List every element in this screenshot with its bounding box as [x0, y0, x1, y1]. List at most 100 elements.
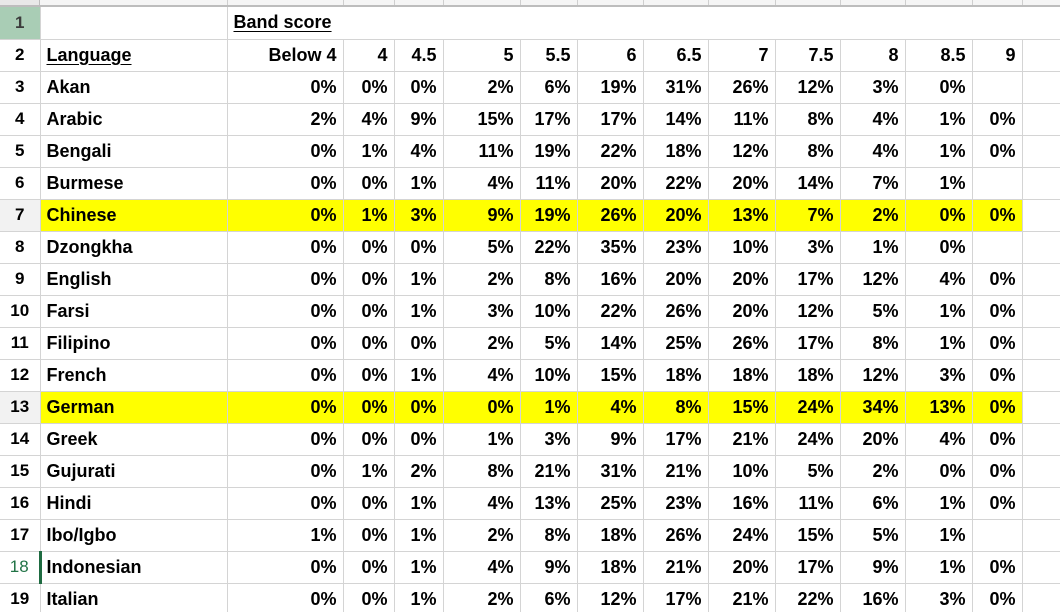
row-header-9[interactable]: 9 — [0, 263, 41, 296]
cell-r1-language[interactable] — [40, 7, 228, 40]
cell-band-value[interactable]: 17% — [520, 103, 578, 136]
cell-band-value[interactable]: 0% — [227, 455, 344, 488]
table-row-band-score-banner[interactable]: 1 Band score — [0, 7, 1060, 40]
cell-band-value[interactable]: 4% — [443, 359, 521, 392]
cell-band-value[interactable]: 0% — [227, 327, 344, 360]
cell-band-value[interactable]: 9% — [840, 551, 906, 584]
cell-band-value[interactable]: 20% — [840, 423, 906, 456]
cell-trailing[interactable] — [1022, 103, 1060, 136]
header-cell-trailing[interactable] — [1022, 39, 1060, 72]
cell-band-value[interactable]: 13% — [905, 391, 973, 424]
table-row[interactable]: 12 French 0% 0% 1% 4% 10% 15% 18% 18% 18% 12% 3% 0% — [0, 359, 1060, 392]
cell-band-value[interactable]: 0% — [972, 199, 1023, 232]
row-header-1[interactable]: 1 — [0, 7, 41, 40]
cell-band-value[interactable]: 0% — [227, 551, 344, 584]
cell-band-value[interactable]: 0% — [227, 199, 344, 232]
cell-band-value[interactable]: 0% — [972, 135, 1023, 168]
cell-band-value[interactable]: 4% — [343, 103, 395, 136]
cell-band-value[interactable]: 5% — [443, 231, 521, 264]
cell-band-value[interactable]: 9% — [577, 423, 644, 456]
cell-band-value[interactable]: 0% — [394, 423, 444, 456]
cell-band-value[interactable]: 23% — [643, 487, 709, 520]
cell-band-value[interactable]: 8% — [775, 135, 841, 168]
cell-band-value[interactable]: 18% — [643, 359, 709, 392]
row-header-5[interactable]: 5 — [0, 135, 41, 168]
cell-band-value[interactable]: 4% — [905, 263, 973, 296]
cell-band-value[interactable]: 26% — [643, 295, 709, 328]
cell-band-value[interactable]: 1% — [343, 199, 395, 232]
header-cell-band-8[interactable]: 8 — [840, 39, 906, 72]
cell-band-value[interactable]: 5% — [520, 327, 578, 360]
cell-band-value[interactable]: 0% — [343, 327, 395, 360]
cell-trailing[interactable] — [1022, 487, 1060, 520]
cell-band-value[interactable]: 0% — [343, 231, 395, 264]
cell-band-value[interactable]: 1% — [394, 295, 444, 328]
cell-band-value[interactable]: 1% — [394, 551, 444, 584]
cell-language[interactable]: English — [40, 263, 228, 296]
cell-band-value[interactable]: 0% — [227, 391, 344, 424]
cell-band-value[interactable]: 0% — [972, 487, 1023, 520]
cell-band-value[interactable]: 3% — [520, 423, 578, 456]
cell-band-value[interactable]: 4% — [840, 135, 906, 168]
cell-band-value[interactable]: 19% — [577, 71, 644, 104]
cell-band-value[interactable]: 25% — [643, 327, 709, 360]
cell-band-value[interactable]: 1% — [394, 359, 444, 392]
table-row[interactable]: 9 English 0% 0% 1% 2% 8% 16% 20% 20% 17% 12% 4% 0% — [0, 263, 1060, 296]
cell-band-value[interactable]: 0% — [972, 103, 1023, 136]
cell-band-value[interactable]: 1% — [905, 551, 973, 584]
cell-band-value[interactable]: 17% — [643, 423, 709, 456]
cell-band-value[interactable]: 1% — [905, 487, 973, 520]
cell-band-value[interactable]: 16% — [577, 263, 644, 296]
row-header-17[interactable]: 17 — [0, 519, 41, 552]
cell-band-value[interactable]: 26% — [708, 71, 776, 104]
cell-band-value[interactable]: 20% — [708, 167, 776, 200]
cell-band-value[interactable]: 10% — [520, 359, 578, 392]
row-header-11[interactable]: 11 — [0, 327, 41, 360]
cell-band-value[interactable]: 8% — [520, 263, 578, 296]
cell-band-value[interactable]: 0% — [972, 423, 1023, 456]
table-row[interactable]: 4 Arabic 2% 4% 9% 15% 17% 17% 14% 11% 8% 4% 1% 0% — [0, 103, 1060, 136]
table-row[interactable]: 3 Akan 0% 0% 0% 2% 6% 19% 31% 26% 12% 3% 0% — [0, 71, 1060, 104]
cell-band-value[interactable] — [972, 71, 1023, 104]
header-cell-band-4[interactable]: 4 — [343, 39, 395, 72]
cell-band-value[interactable]: 22% — [520, 231, 578, 264]
cell-band-value[interactable]: 0% — [227, 71, 344, 104]
cell-band-value[interactable]: 0% — [972, 263, 1023, 296]
cell-band-value[interactable]: 1% — [905, 519, 973, 552]
cell-band-value[interactable]: 31% — [643, 71, 709, 104]
cell-band-value[interactable]: 23% — [643, 231, 709, 264]
cell-band-value[interactable]: 0% — [972, 327, 1023, 360]
table-row[interactable]: 14 Greek 0% 0% 0% 1% 3% 9% 17% 21% 24% 20% 4% 0% — [0, 423, 1060, 456]
column-header-strip[interactable] — [0, 0, 1060, 7]
header-cell-language[interactable]: Language — [40, 39, 228, 72]
cell-band-value[interactable]: 4% — [443, 551, 521, 584]
cell-trailing[interactable] — [1022, 199, 1060, 232]
cell-band-value[interactable]: 18% — [643, 135, 709, 168]
cell-band-value[interactable]: 14% — [577, 327, 644, 360]
cell-band-value[interactable]: 0% — [394, 71, 444, 104]
cell-trailing[interactable] — [1022, 551, 1060, 584]
cell-trailing[interactable] — [1022, 455, 1060, 488]
cell-band-value[interactable]: 2% — [394, 455, 444, 488]
cell-band-value[interactable]: 26% — [577, 199, 644, 232]
cell-band-value[interactable]: 4% — [577, 391, 644, 424]
cell-band-value[interactable]: 20% — [708, 551, 776, 584]
cell-band-value[interactable]: 18% — [775, 359, 841, 392]
cell-band-value[interactable]: 13% — [708, 199, 776, 232]
cell-band-value[interactable]: 0% — [343, 359, 395, 392]
cell-band-value[interactable]: 11% — [443, 135, 521, 168]
table-row[interactable]: 13 German 0% 0% 0% 0% 1% 4% 8% 15% 24% 34% 13% 0% — [0, 391, 1060, 424]
cell-band-value[interactable]: 1% — [227, 519, 344, 552]
spreadsheet-grid[interactable]: 1 Band score 2 Language Below 4 4 4.5 5 … — [0, 0, 1060, 612]
cell-band-value[interactable]: 17% — [577, 103, 644, 136]
header-cell-band-9[interactable]: 9 — [972, 39, 1023, 72]
cell-band-value[interactable]: 0% — [227, 583, 344, 612]
cell-band-value[interactable]: 22% — [775, 583, 841, 612]
cell-trailing[interactable] — [1022, 327, 1060, 360]
cell-band-value[interactable]: 9% — [520, 551, 578, 584]
cell-band-value[interactable]: 21% — [643, 551, 709, 584]
header-cell-band-6-5[interactable]: 6.5 — [643, 39, 709, 72]
cell-band-value[interactable]: 5% — [840, 295, 906, 328]
cell-band-value[interactable]: 25% — [577, 487, 644, 520]
cell-band-value[interactable]: 3% — [394, 199, 444, 232]
